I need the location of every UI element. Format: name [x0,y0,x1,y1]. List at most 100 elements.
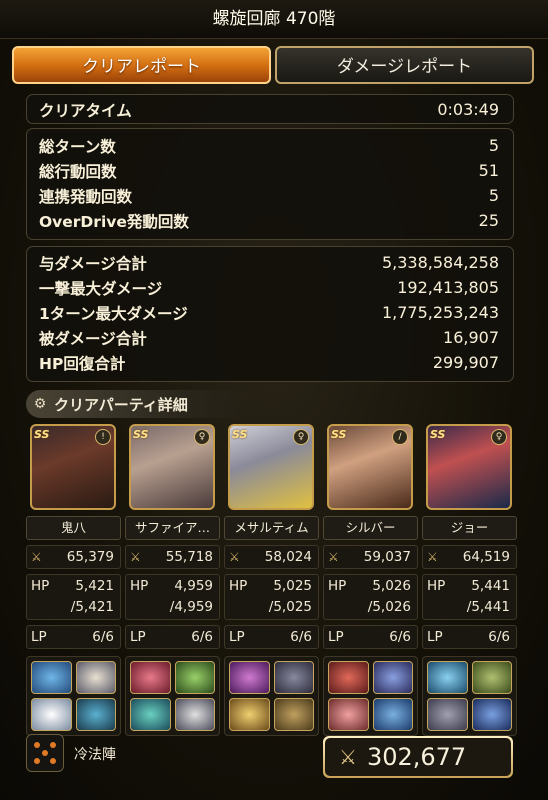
equipment-icon[interactable] [372,698,413,731]
equipment-grid [224,656,319,736]
stat-label: 1ターン最大ダメージ [39,304,188,323]
ss-rank-badge: SS [430,428,446,441]
stat-value: 1,775,253,243 [381,303,499,322]
character-portrait[interactable]: SS ♀ [426,424,512,510]
weapon-type-icon: ♀ [194,429,210,445]
hp-max: /4,959 [169,599,213,615]
lp-value: 6/6 [92,629,114,645]
hp-value: 5,025 [273,578,312,594]
sword-icon: ⚔ [130,550,141,564]
equipment-icon[interactable] [174,698,215,731]
stat-value: 51 [478,161,499,180]
equipment-icon[interactable] [372,661,413,694]
combat-power: ⚔ 64,519 [422,545,517,569]
equipment-icon[interactable] [130,698,171,731]
lp-label: LP [328,629,344,645]
equipment-icon[interactable] [75,661,116,694]
equipment-icon[interactable] [471,661,512,694]
equipment-icon[interactable] [328,698,369,731]
tab-clear-report[interactable]: クリアレポート [12,46,271,84]
equipment-icon[interactable] [229,661,270,694]
lp-label: LP [31,629,47,645]
damage-panel: 与ダメージ合計 5,338,584,258 一撃最大ダメージ 192,413,805… [26,246,514,382]
stat-row: 連携発動回数 5 [27,183,513,208]
character-name: 鬼八 [26,516,121,540]
lp-value: 6/6 [290,629,312,645]
equipment-icon[interactable] [75,698,116,731]
combat-power-value: 65,379 [66,549,114,565]
party-member[interactable]: SS ! 鬼八 ⚔ 65,379 HP 5,421 /5,421 LP 6/6 [26,424,121,736]
hp-label: HP [427,578,446,594]
party-member[interactable]: SS ♀ ジョー ⚔ 64,519 HP 5,441 /5,441 LP 6/6 [422,424,517,736]
page-title: 螺旋回廊 470階 [0,0,548,39]
formation-icon[interactable] [26,734,64,772]
equipment-icon[interactable] [130,661,171,694]
stat-value: 5 [488,136,499,155]
stat-value: 25 [478,211,499,230]
equipment-icon[interactable] [328,661,369,694]
party-member[interactable]: SS / シルバー ⚔ 59,037 HP 5,026 /5,026 LP 6/6 [323,424,418,736]
formation-name: 冷法陣 [74,747,116,763]
stat-row: 被ダメージ合計 16,907 [27,325,513,350]
hp-label: HP [229,578,248,594]
character-name: ジョー [422,516,517,540]
combat-power-value: 59,037 [363,549,411,565]
lp-box: LP 6/6 [26,625,121,649]
character-portrait[interactable]: SS ♀ [228,424,314,510]
hp-label: HP [328,578,347,594]
lp-value: 6/6 [191,629,213,645]
combat-power-value: 58,024 [264,549,312,565]
party-member[interactable]: SS ♀ サファイア… ⚔ 55,718 HP 4,959 /4,959 LP 6/6 [125,424,220,736]
lp-box: LP 6/6 [323,625,418,649]
weapon-type-icon: / [392,429,408,445]
weapon-type-icon: ♀ [491,429,507,445]
hp-max: /5,025 [268,599,312,615]
equipment-icon[interactable] [31,698,72,731]
stat-value: 299,907 [432,353,499,372]
character-portrait[interactable]: SS ! [30,424,116,510]
hp-value: 5,421 [75,578,114,594]
hp-value: 5,441 [471,578,510,594]
lp-label: LP [130,629,146,645]
total-power-value: 302,677 [366,743,467,771]
stat-row: 総ターン数 5 [27,133,513,158]
hp-label: HP [31,578,50,594]
lp-value: 6/6 [389,629,411,645]
hp-box: HP 5,421 /5,421 [26,574,121,620]
lp-box: LP 6/6 [125,625,220,649]
combat-power: ⚔ 65,379 [26,545,121,569]
stat-label: OverDrive発動回数 [39,212,189,231]
sword-icon: ⚔ [31,550,42,564]
party-member[interactable]: SS ♀ メサルティム ⚔ 58,024 HP 5,025 /5,025 LP 6/6 [224,424,319,736]
stat-row: 与ダメージ合計 5,338,584,258 [27,250,513,275]
equipment-icon[interactable] [174,661,215,694]
equipment-icon[interactable] [427,661,468,694]
equipment-grid [323,656,418,736]
combat-power-value: 55,718 [165,549,213,565]
hp-box: HP 5,025 /5,025 [224,574,319,620]
combat-power: ⚔ 58,024 [224,545,319,569]
hp-box: HP 5,441 /5,441 [422,574,517,620]
equipment-icon[interactable] [471,698,512,731]
character-portrait[interactable]: SS ♀ [129,424,215,510]
character-name: メサルティム [224,516,319,540]
clear-time-panel: クリアタイム 0:03:49 [26,94,514,124]
lp-label: LP [229,629,245,645]
equipment-icon[interactable] [273,661,314,694]
equipment-grid [125,656,220,736]
equipment-grid [26,656,121,736]
stat-row: 総行動回数 51 [27,158,513,183]
hp-value: 5,026 [372,578,411,594]
character-portrait[interactable]: SS / [327,424,413,510]
tab-damage-report[interactable]: ダメージレポート [275,46,534,84]
hp-value: 4,959 [174,578,213,594]
stat-label: 被ダメージ合計 [39,329,147,348]
equipment-icon[interactable] [427,698,468,731]
equipment-icon[interactable] [229,698,270,731]
party-header-label: クリアパーティ詳細 [54,395,188,414]
equipment-icon[interactable] [273,698,314,731]
lp-value: 6/6 [488,629,510,645]
equipment-icon[interactable] [31,661,72,694]
sword-icon: ⚔ [339,745,357,769]
lp-box: LP 6/6 [422,625,517,649]
